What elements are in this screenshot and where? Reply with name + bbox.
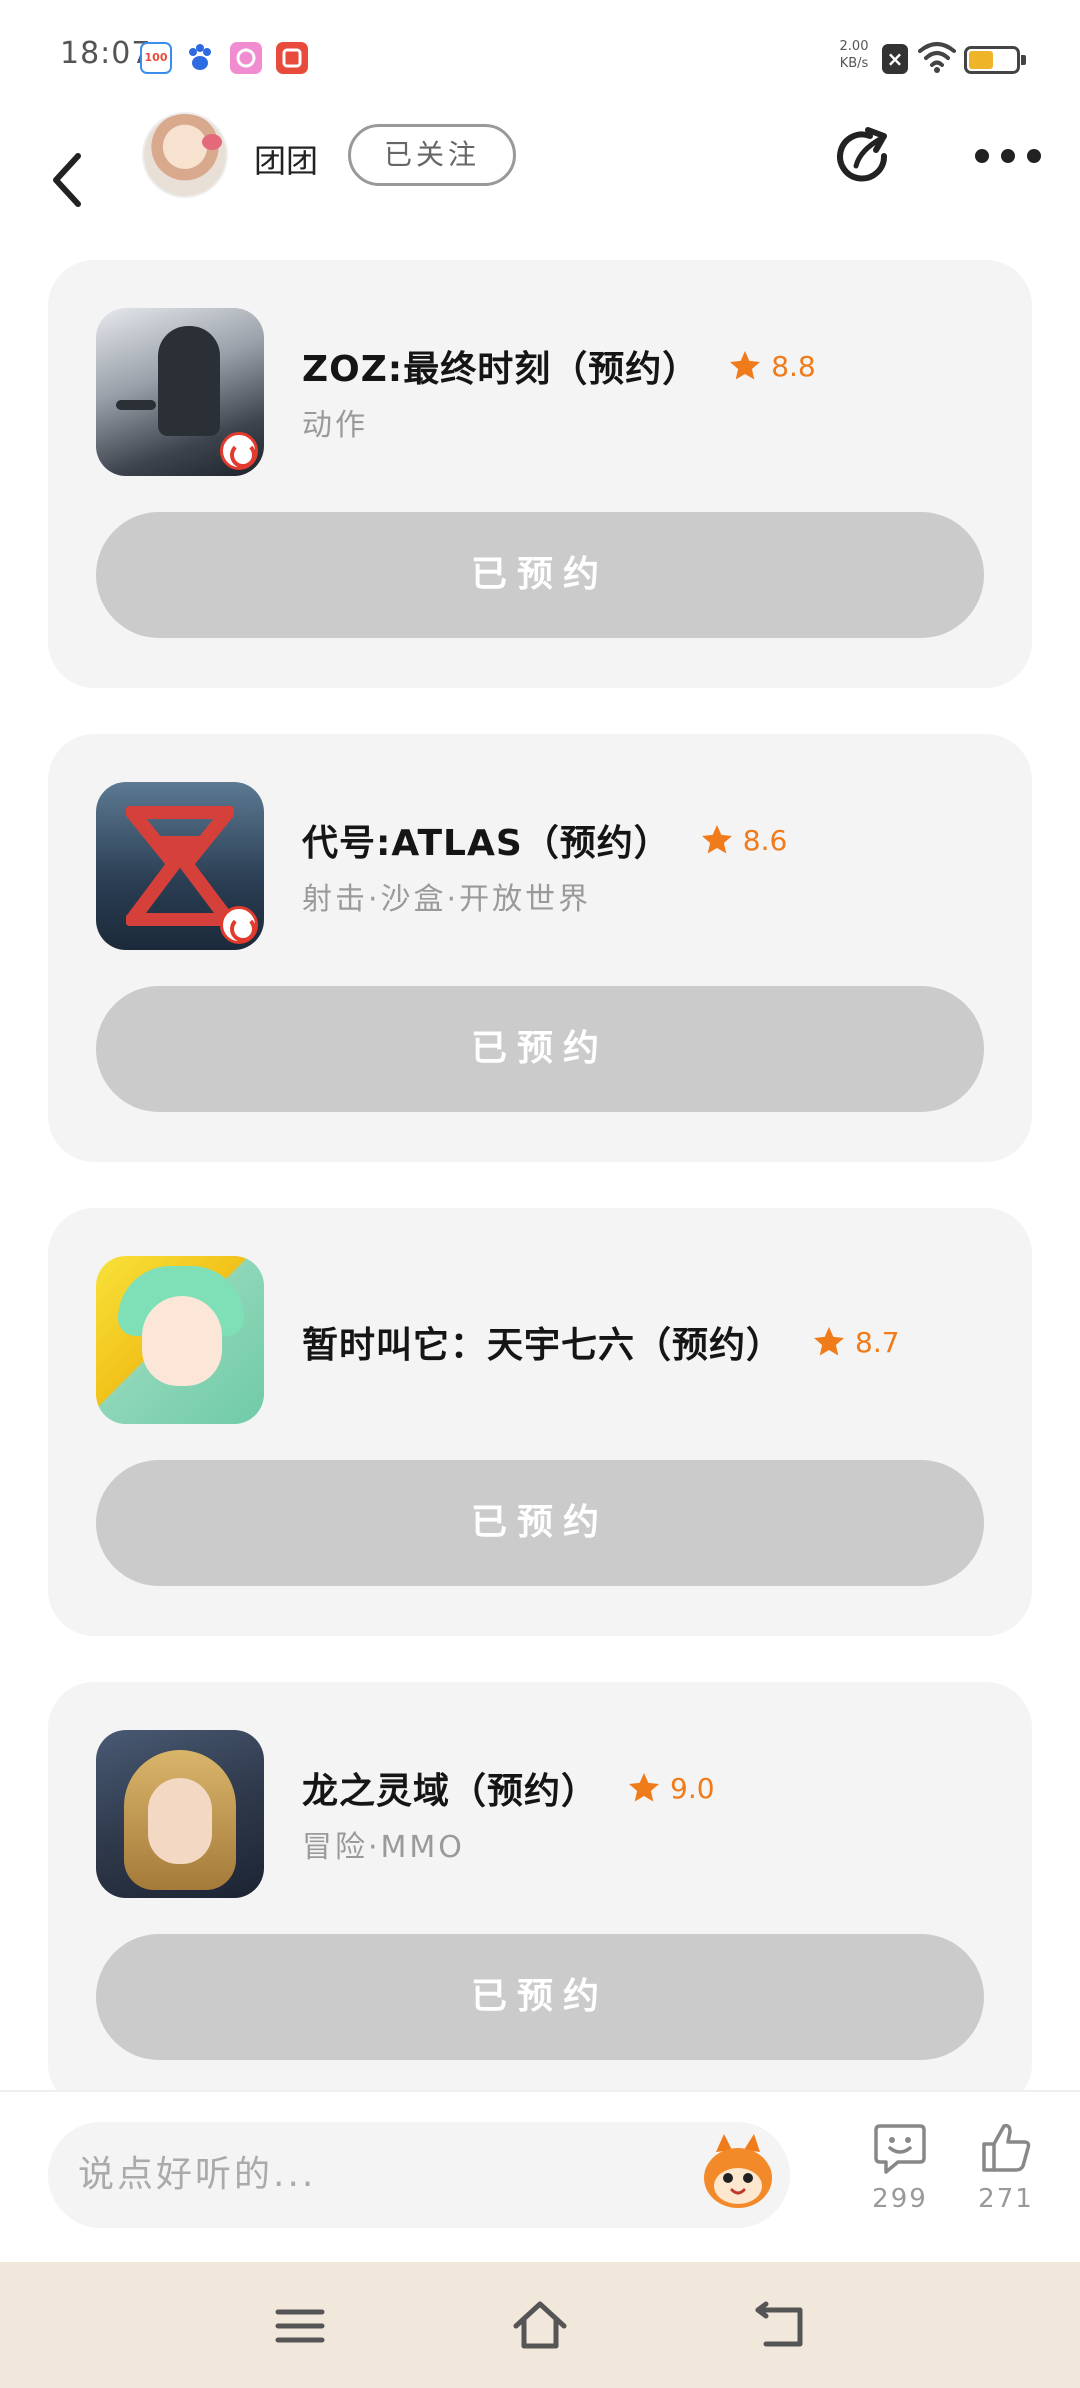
reserved-button[interactable]: 已预约 [96, 1460, 984, 1586]
reserved-button[interactable]: 已预约 [96, 512, 984, 638]
menu-icon[interactable] [270, 2296, 330, 2356]
thumbs-up-icon[interactable] [978, 2120, 1034, 2176]
status-bar: 18:07 100 2.00 KB/s × [0, 0, 1080, 112]
battery-icon [964, 46, 1026, 74]
game-icon-atlas[interactable] [96, 782, 264, 950]
netease-badge-icon [220, 432, 258, 470]
comment-input[interactable]: 说点好听的... [48, 2122, 790, 2228]
character-face-shape [142, 1296, 222, 1386]
back-button[interactable] [40, 132, 100, 212]
battery-fill [969, 51, 993, 69]
comment-icon[interactable] [872, 2120, 928, 2176]
game-card[interactable]: ZOZ:最终时刻（预约） 8.8 动作 已预约 [48, 260, 1032, 688]
game-icon-zoz[interactable] [96, 308, 264, 476]
follow-button[interactable]: 已关注 [348, 124, 516, 186]
more-options-icon[interactable] [968, 134, 1068, 184]
game-title[interactable]: 代号:ATLAS（预约） [302, 814, 671, 866]
comment-count: 299 [872, 2184, 928, 2214]
rating-value: 8.7 [855, 1325, 900, 1359]
game-title-row: 代号:ATLAS（预约） 8.6 [302, 814, 787, 866]
baidu-paw-icon [184, 42, 216, 74]
game-icon-long[interactable] [96, 1730, 264, 1898]
game-title-row: 暂时叫它：天宇七六（预约） 8.7 [302, 1316, 900, 1368]
game-tags: 动作 [302, 408, 368, 443]
game-icon-tianzi[interactable] [96, 1256, 264, 1424]
netease-badge-icon [220, 906, 258, 944]
reserved-button[interactable]: 已预约 [96, 986, 984, 1112]
reserved-button[interactable]: 已预约 [96, 1934, 984, 2060]
network-speed-value: 2.00 [839, 39, 869, 54]
avatar-bow-decoration [202, 134, 222, 150]
network-speed: 2.00 KB/s [834, 38, 874, 72]
star-icon [701, 825, 732, 854]
close-notification-icon: × [882, 44, 908, 74]
status-time: 18:07 [60, 36, 152, 71]
home-icon[interactable] [510, 2296, 570, 2356]
back-nav-icon[interactable] [750, 2296, 810, 2356]
game-card[interactable]: 龙之灵域（预约） 9.0 冒险·MMO 已预约 [48, 1682, 1032, 2110]
app-red-icon [276, 42, 308, 74]
mascot-emoji-icon[interactable] [696, 2130, 780, 2214]
rating-value: 9.0 [670, 1771, 715, 1805]
username[interactable]: 团团 [254, 136, 318, 182]
helicopter-shape [116, 400, 156, 410]
character-face-shape [148, 1778, 212, 1864]
game-card[interactable]: 代号:ATLAS（预约） 8.6 射击·沙盒·开放世界 已预约 [48, 734, 1032, 1162]
rating-value: 8.8 [771, 349, 816, 383]
wifi-icon [918, 40, 956, 78]
game-title[interactable]: 暂时叫它：天宇七六（预约） [302, 1316, 783, 1368]
comment-action[interactable]: 299 [860, 2120, 940, 2214]
system-nav-bar [0, 2262, 1080, 2388]
hourglass-logo-icon [126, 806, 234, 926]
star-icon [814, 1327, 845, 1356]
like-count: 271 [978, 2184, 1034, 2214]
app-pink-icon [230, 42, 262, 74]
game-title[interactable]: ZOZ:最终时刻（预约） [302, 340, 699, 392]
game-tags: 冒险·MMO [302, 1830, 465, 1865]
game-title-row: ZOZ:最终时刻（预约） 8.8 [302, 340, 816, 392]
star-icon [730, 351, 761, 380]
game-tags: 射击·沙盒·开放世界 [302, 882, 592, 917]
like-action[interactable]: 271 [966, 2120, 1046, 2214]
network-speed-unit: KB/s [839, 56, 869, 71]
soldier-figure [158, 326, 220, 436]
rating-value: 8.6 [742, 823, 788, 857]
share-icon[interactable] [832, 126, 896, 190]
app-100-label: 100 [144, 51, 168, 64]
comment-bar: 说点好听的... 299 271 [0, 2090, 1080, 2262]
avatar[interactable] [142, 112, 228, 198]
header: 团团 已关注 [0, 112, 1080, 252]
game-title-row: 龙之灵域（预约） 9.0 [302, 1762, 715, 1814]
app-100-icon: 100 [140, 42, 172, 74]
star-icon [629, 1773, 660, 1802]
game-card[interactable]: 暂时叫它：天宇七六（预约） 8.7 已预约 [48, 1208, 1032, 1636]
game-title[interactable]: 龙之灵域（预约） [302, 1762, 598, 1814]
